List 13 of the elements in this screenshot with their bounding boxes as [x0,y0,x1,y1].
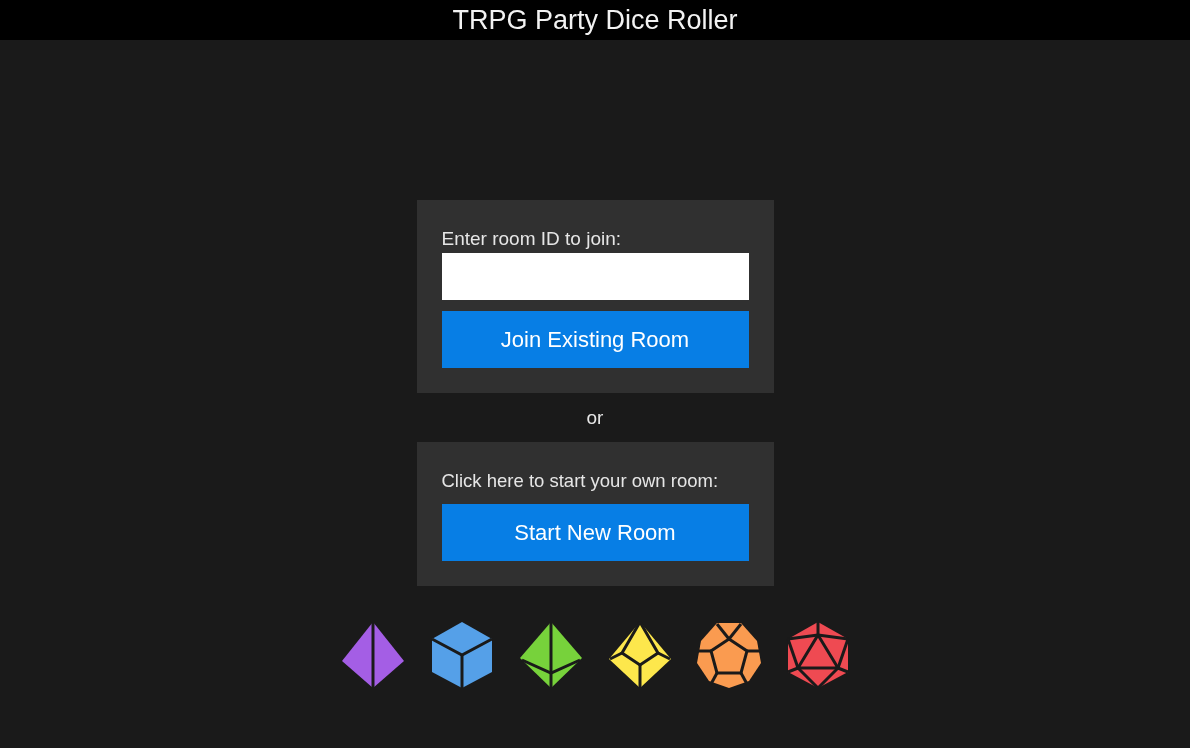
d20-die-icon [785,621,850,689]
d10-die-icon [607,621,672,689]
d12-die-icon [696,621,761,689]
room-id-input-field[interactable] [441,253,749,300]
room-id-label: Enter room ID to join: [441,227,622,251]
d8-die-icon [518,621,583,689]
app-title: TRPG Party Dice Roller [452,4,738,37]
or-separator-text: or [586,406,604,430]
join-room-button[interactable]: Join Existing Room [441,311,749,368]
start-room-label: Click here to start your own room: [441,469,719,493]
d6-die-icon [429,621,494,689]
start-room-button[interactable]: Start New Room [441,504,749,561]
d4-die-icon [340,621,405,689]
